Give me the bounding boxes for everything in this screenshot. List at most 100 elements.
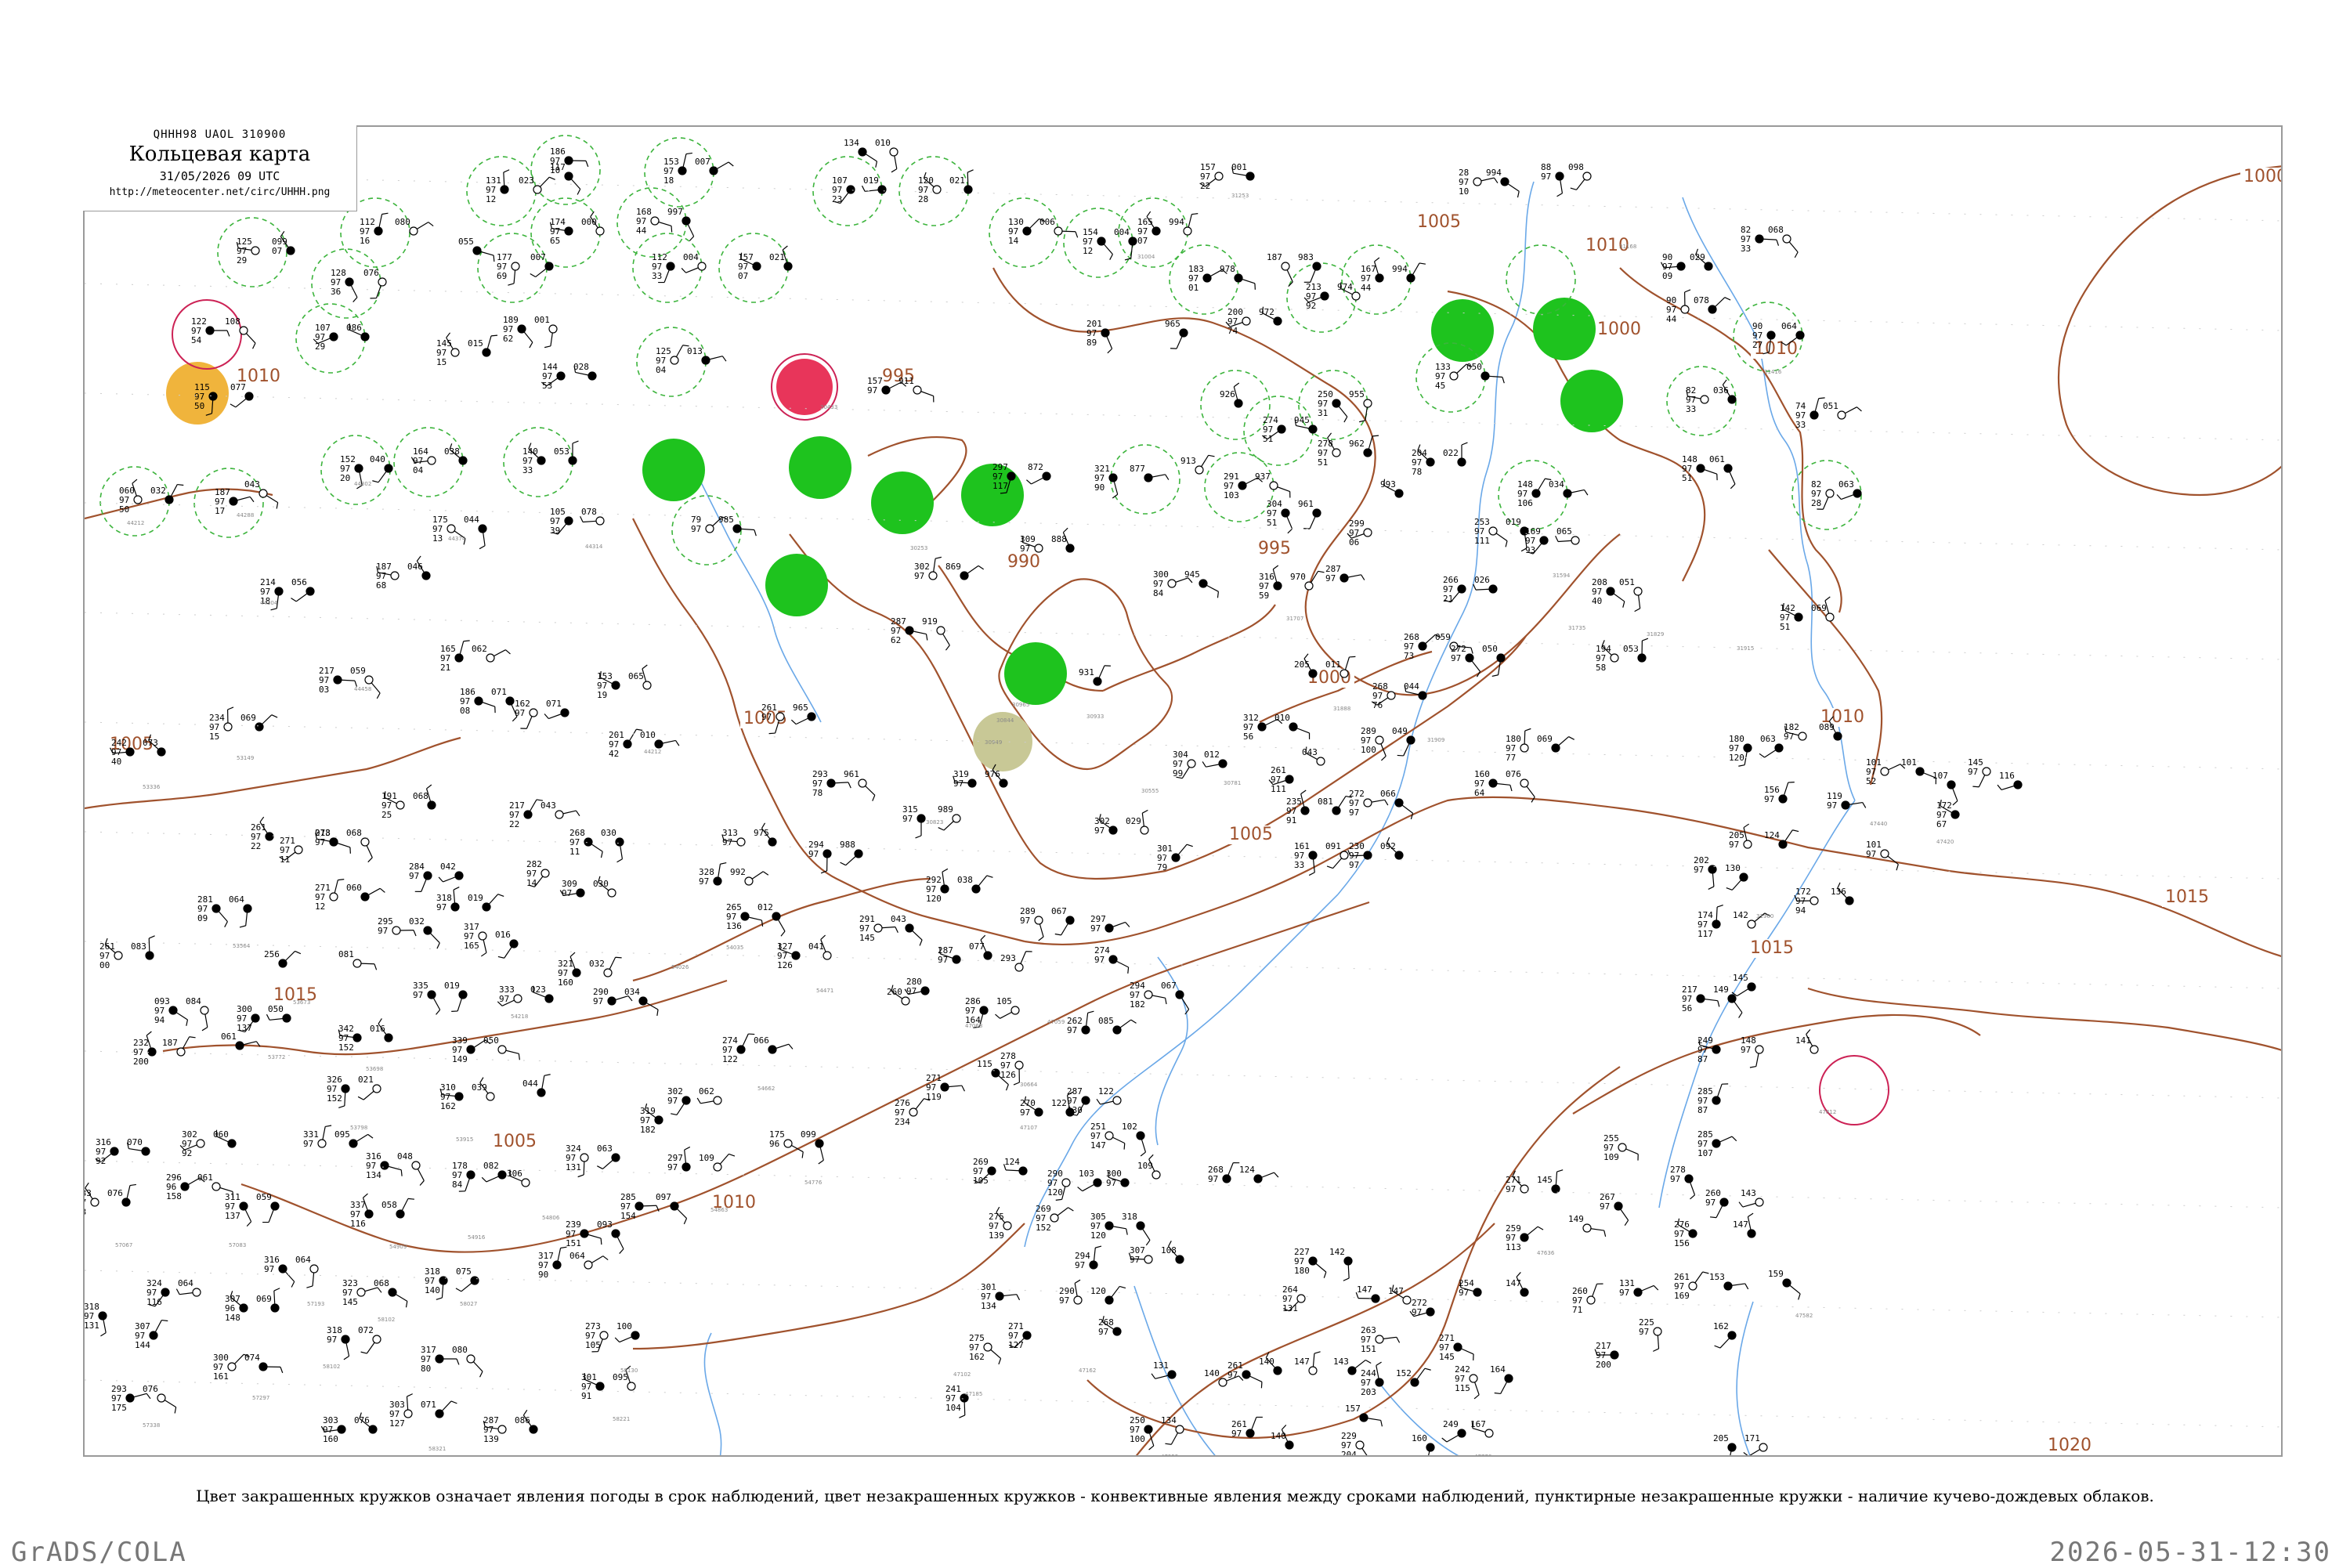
station-temp: 164 [1490,1364,1506,1375]
wind-barb-feather [1972,786,1979,787]
station-plot: 919 [922,616,949,650]
cloud-cover-icon [1775,744,1783,752]
station-plot: 164 [1490,1364,1513,1393]
cloud-cover-icon [808,713,815,721]
station-temp: 026 [1474,575,1490,585]
station-dewpoint: 64 [1474,788,1485,798]
station-id: 53673 [293,999,310,1006]
station-pressure: 97 [1067,1025,1077,1035]
cloud-cover-icon [1796,331,1804,339]
wind-barb-feather [1750,1067,1756,1068]
wind-barb-feather [420,1180,424,1185]
station-temp: 140 [1259,1357,1274,1367]
wind-barb-feather [1152,1374,1155,1379]
cloud-cover-icon [1254,1175,1262,1183]
cloud-cover-icon [1238,482,1246,490]
station-plot: 083 [131,936,155,959]
wind-barb-feather [895,927,898,932]
cloud-cover-icon [1505,1375,1513,1382]
station-temp: 050 [1466,362,1482,372]
station-temp: 081 [338,949,354,959]
cloud-cover-icon [479,525,486,533]
cloud-cover-icon [608,889,616,897]
station-plot: 142 [1329,1247,1352,1281]
wind-barb-feather [544,346,551,348]
wind-barb-feather [1462,443,1467,445]
station-plot: 021 [358,1075,381,1100]
cloud-cover-icon [275,587,283,595]
cloud-cover-icon [1246,172,1254,180]
cloud-cover-icon [941,1083,949,1091]
station-plot: 21897 [315,828,350,854]
cloud-cover-icon [1783,235,1791,243]
station-plot: 147 [1294,1352,1321,1375]
station-temp: 097 [656,1192,671,1202]
station-plot: 29297120 [926,869,949,904]
cloud-cover-icon [921,987,929,995]
station-plot: 147 [1506,1272,1528,1296]
station-plot: 023 [530,985,553,1003]
station-temp: 994 [1486,168,1502,178]
station-plot: 143 [1739,1188,1763,1207]
wind-barb-feather [1075,1280,1080,1283]
station-pressure: 97 [327,1335,337,1345]
cloud-cover-icon [1364,851,1372,859]
cloud-cover-icon [244,905,251,912]
station-plot: 18297 [1784,722,1806,742]
station-temp: 069 [1537,734,1553,744]
station-plot: 134 [1161,1415,1184,1444]
station-plot: 053 [1623,638,1648,662]
station-plot: 078 [1694,295,1730,313]
wind-barb-feather [763,872,768,876]
station-dewpoint: 126 [777,960,793,970]
station-pressure: 97 [1506,1184,1516,1194]
wind-barb-feather [1732,1136,1737,1141]
station-plot: 1699793 [1525,526,1548,555]
grid-line [85,503,2283,550]
cloud-cover-icon [1481,372,1489,380]
wind-barb-feather [1510,785,1512,791]
station-plot: 153 [1709,1272,1748,1290]
station-plot: 3169759 [1259,565,1282,601]
station-temp: 023 [530,985,546,995]
station-plot: 26897 [1208,1163,1239,1184]
station-dewpoint: 22 [509,819,519,829]
station-dewpoint: 08 [460,706,470,716]
cloud-cover-icon [1458,585,1466,593]
cloud-cover-icon [1364,529,1372,537]
wind-barb-feather [372,481,378,482]
cloud-cover-icon [1066,544,1074,552]
rivers-layer [680,182,1855,1457]
cloud-cover-icon [165,496,173,504]
station-temp: 134 [1161,1415,1177,1425]
station-plot: 124 [1004,1157,1027,1175]
station-temp: 961 [844,769,859,779]
station-dewpoint: 51 [1263,434,1273,444]
station-dewpoint: 116 [146,1297,162,1307]
cloud-cover-icon [1571,537,1579,544]
station-plot: 18097120 [1729,734,1752,766]
station-temp: 124 [1004,1157,1020,1167]
station-temp: 064 [178,1278,193,1288]
station-dewpoint: 16 [360,236,370,246]
station-plot: 001 [1231,162,1254,180]
cloud-cover-icon [929,572,937,580]
cloud-cover-icon [259,490,267,497]
station-id: 31594 [1553,573,1571,579]
cloud-cover-icon [792,952,800,959]
cloud-cover-icon [1109,474,1117,482]
station-temp: 034 [624,987,640,997]
station-dewpoint: 100 [1130,1434,1145,1444]
wind-barb-feather [821,935,826,939]
cloud-cover-icon [381,1162,389,1169]
station-temp: 205 [1294,659,1310,670]
station-plot: 131 [1152,1360,1176,1378]
station-plot: 147 [1388,1284,1411,1304]
station-plot: 1079723 [832,175,855,204]
station-dewpoint: 161 [213,1371,229,1382]
station-plot: 2689776 [1372,681,1395,710]
station-temp: 044 [522,1078,538,1089]
cloud-cover-icon [271,1304,279,1312]
station-id: 58221 [613,1416,630,1422]
wind-barb-feather [1110,255,1113,260]
